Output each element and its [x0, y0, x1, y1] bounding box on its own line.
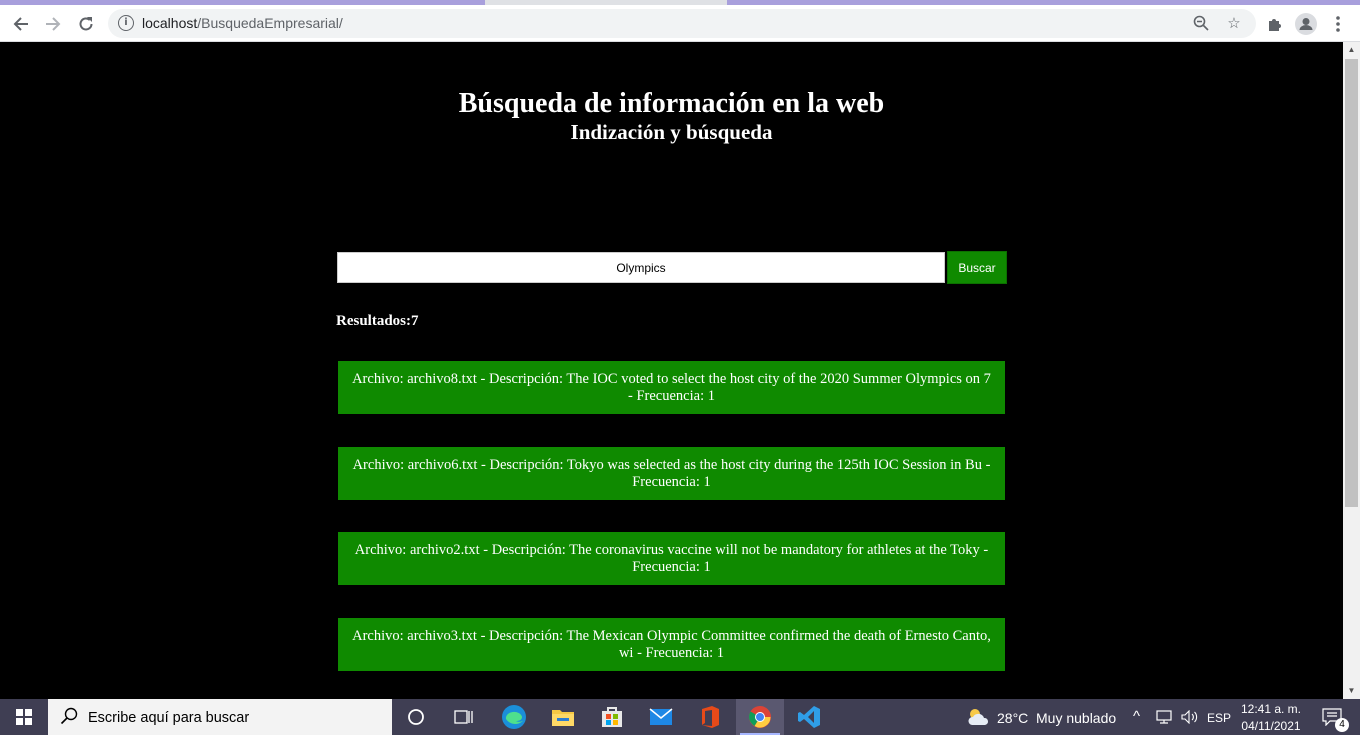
result-item[interactable]: Archivo: archivo2.txt - Descripción: The…: [338, 532, 1005, 585]
chrome-icon[interactable]: [736, 699, 784, 735]
edge-icon[interactable]: [490, 699, 538, 735]
vscode-icon[interactable]: [785, 699, 833, 735]
page-scrollbar[interactable]: ▲ ▼: [1343, 42, 1360, 699]
page-title: Búsqueda de información en la web: [458, 88, 885, 119]
scroll-down-icon[interactable]: ▼: [1343, 683, 1360, 699]
weather-temperature[interactable]: 28°C: [997, 710, 1028, 726]
forward-icon[interactable]: [41, 12, 65, 36]
star-icon[interactable]: ☆: [1224, 13, 1244, 33]
weather-description[interactable]: Muy nublado: [1036, 710, 1116, 726]
mail-icon[interactable]: [637, 699, 685, 735]
search-icon: [60, 707, 78, 730]
windows-taskbar: Escribe aquí para buscar 28°C Muy nublad…: [0, 699, 1360, 735]
result-item[interactable]: Archivo: archivo8.txt - Descripción: The…: [338, 361, 1005, 414]
clock-time[interactable]: 12:41 a. m.: [1235, 702, 1307, 716]
clock-date[interactable]: 04/11/2021: [1235, 719, 1307, 733]
result-item[interactable]: Archivo: archivo6.txt - Descripción: Tok…: [338, 447, 1005, 500]
result-item[interactable]: Archivo: archivo3.txt - Descripción: The…: [338, 618, 1005, 671]
network-icon[interactable]: [1153, 699, 1177, 735]
search-input[interactable]: [337, 252, 945, 283]
zoom-out-icon[interactable]: [1191, 13, 1211, 33]
chevron-up-icon[interactable]: ^: [1133, 708, 1140, 725]
scrollbar-thumb[interactable]: [1345, 59, 1358, 507]
search-button[interactable]: Buscar: [947, 251, 1007, 284]
url-text[interactable]: localhost/BusquedaEmpresarial/: [142, 15, 343, 31]
cortana-icon[interactable]: [392, 699, 440, 735]
weather-cloudy-icon[interactable]: [962, 699, 994, 735]
url-host: localhost: [142, 15, 198, 31]
address-bar[interactable]: i localhost/BusquedaEmpresarial/ ☆: [108, 9, 1256, 38]
info-icon[interactable]: i: [118, 15, 134, 31]
start-button[interactable]: [0, 699, 48, 735]
volume-icon[interactable]: [1178, 699, 1202, 735]
file-explorer-icon[interactable]: [539, 699, 587, 735]
office-icon[interactable]: [686, 699, 734, 735]
store-icon[interactable]: [588, 699, 636, 735]
language-indicator[interactable]: ESP: [1205, 711, 1233, 725]
windows-logo-icon: [16, 709, 32, 725]
notifications-count-badge: 4: [1335, 718, 1349, 732]
url-path: /BusquedaEmpresarial/: [197, 15, 343, 31]
profile-icon[interactable]: [1294, 12, 1318, 36]
kebab-menu-icon[interactable]: [1326, 12, 1350, 36]
results-count: Resultados:7: [336, 313, 419, 329]
back-icon[interactable]: [9, 12, 33, 36]
page-subtitle: Indización y búsqueda: [570, 120, 773, 144]
scroll-up-icon[interactable]: ▲: [1343, 42, 1360, 58]
notifications-icon[interactable]: 4: [1312, 699, 1352, 735]
taskbar-search-box[interactable]: Escribe aquí para buscar: [48, 699, 392, 735]
reload-icon[interactable]: [74, 12, 98, 36]
puzzle-icon[interactable]: [1262, 12, 1286, 36]
taskbar-search-placeholder: Escribe aquí para buscar: [88, 710, 250, 726]
browser-toolbar: i localhost/BusquedaEmpresarial/ ☆: [0, 5, 1360, 42]
task-view-icon[interactable]: [440, 699, 488, 735]
page-content: Búsqueda de información en la web Indiza…: [0, 42, 1343, 699]
